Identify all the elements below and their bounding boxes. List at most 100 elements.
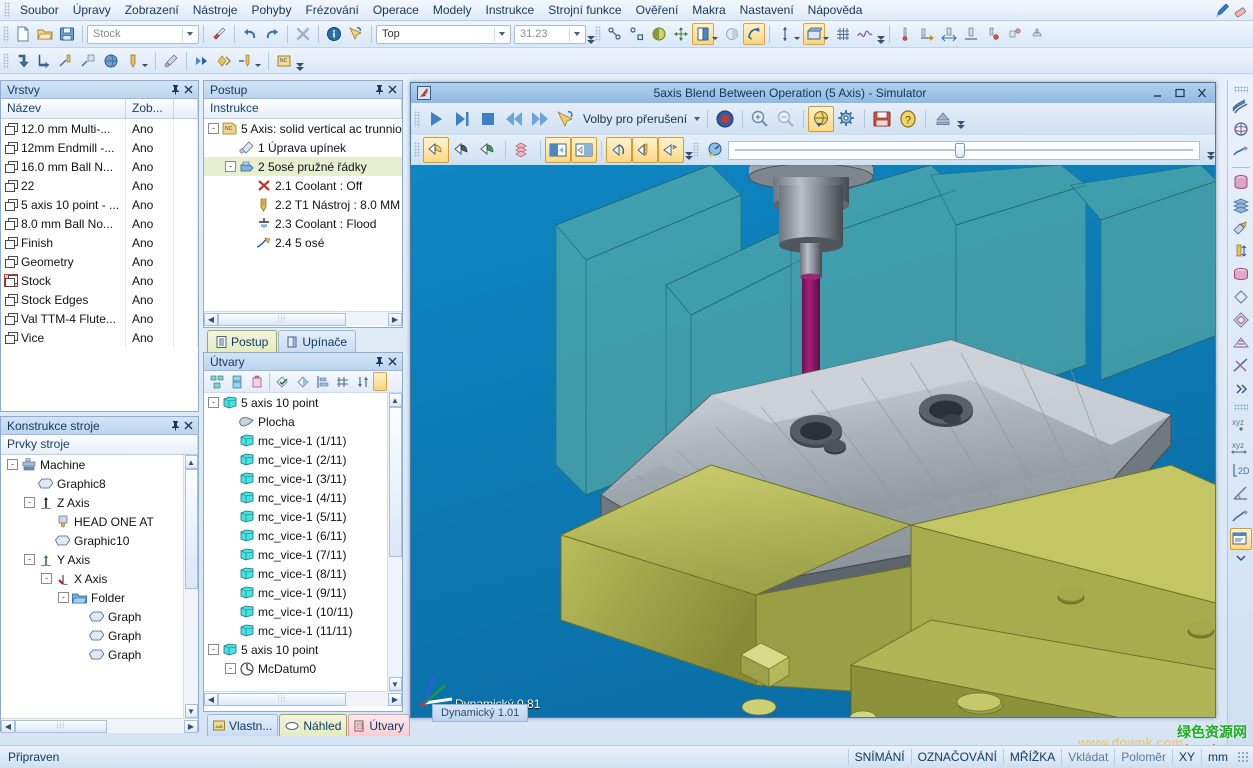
tree-node[interactable]: mc_vice-1 (11/11) — [204, 621, 387, 640]
pan-move-button[interactable] — [670, 23, 692, 45]
tree-node[interactable]: mc_vice-1 (4/11) — [204, 488, 387, 507]
layer-visible-cell[interactable]: Ano — [126, 157, 174, 176]
break-options-icon[interactable] — [553, 106, 579, 132]
tree-expander-icon[interactable]: - — [7, 459, 18, 470]
solid-extrude-button[interactable] — [1230, 171, 1252, 193]
save-file-button[interactable] — [56, 23, 78, 45]
tree-expander-icon[interactable]: - — [225, 663, 236, 674]
menu-item-strojni-funkce[interactable]: Strojní funkce — [541, 1, 628, 19]
speed-control-icon[interactable] — [702, 137, 728, 163]
tree-node[interactable]: mc_vice-1 (1/11) — [204, 431, 387, 450]
rewind-button[interactable] — [501, 106, 527, 132]
right-toolbar-more-chevron-icon[interactable] — [1235, 553, 1247, 563]
menu-item-nastroje[interactable]: Nástroje — [186, 1, 245, 19]
surface-sweep-button[interactable] — [1230, 95, 1252, 117]
table-row[interactable]: 5 axis 10 point - ...Ano — [1, 195, 198, 214]
pin-icon[interactable] — [169, 419, 182, 432]
break-options-chevron-down-icon[interactable] — [691, 117, 703, 121]
view-split-left-button[interactable] — [545, 137, 571, 163]
tool-retract-button[interactable] — [960, 23, 982, 45]
scroll-thumb[interactable]: ⦙⦙⦙ — [218, 313, 346, 326]
group-features-button[interactable] — [207, 372, 226, 391]
collision-check-button[interactable] — [712, 106, 738, 132]
tree-node[interactable]: Plocha — [204, 412, 387, 431]
layers-col-visible[interactable]: Zob... — [126, 99, 174, 118]
stack-features-button[interactable] — [227, 372, 246, 391]
view-split-right-button[interactable] — [571, 137, 597, 163]
toolbar2-grip[interactable] — [3, 53, 9, 69]
pin-icon[interactable] — [373, 355, 386, 368]
dynamic-view-button[interactable] — [808, 106, 834, 132]
table-row[interactable]: Val TTM-4 Flute...Ano — [1, 309, 198, 328]
sim-slider-grip[interactable] — [693, 142, 699, 158]
tree-node[interactable]: 2.3 Coolant : Flood — [204, 214, 402, 233]
toolbar2-overflow-button[interactable] — [295, 51, 304, 71]
toolbar1c-overflow-button[interactable] — [876, 24, 885, 44]
toolbar1b-grip[interactable] — [595, 26, 601, 42]
tree-node[interactable]: -Z Axis — [1, 493, 183, 512]
align-features-button[interactable] — [313, 372, 332, 391]
status-units-mm[interactable]: mm — [1201, 749, 1234, 765]
half-feature-button[interactable] — [293, 372, 312, 391]
tree-node[interactable]: mc_vice-1 (2/11) — [204, 450, 387, 469]
machine-tree[interactable]: -MachineGraphic8-Z AxisHEAD ONE ATGraphi… — [1, 455, 183, 718]
sim-toolbarB-grip[interactable] — [414, 142, 420, 158]
tree-node[interactable]: 2.4 5 osé — [204, 233, 402, 252]
status-polomer[interactable]: Poloměr — [1114, 749, 1172, 765]
scroll-left-icon[interactable]: ◀ — [204, 693, 218, 706]
helix-entry-button[interactable] — [78, 50, 100, 72]
view-shaded-button[interactable] — [423, 137, 449, 163]
scroll-left-icon[interactable]: ◀ — [1, 720, 15, 733]
layer-combo[interactable]: Stock — [87, 25, 199, 44]
layer-combo-chevron-down-icon[interactable] — [182, 27, 196, 42]
menu-item-napoveda[interactable]: Nápověda — [801, 1, 870, 19]
tree-node[interactable]: -Machine — [1, 455, 183, 474]
pin-icon[interactable] — [373, 83, 386, 96]
table-row[interactable]: 12.0 mm Multi-...Ano — [1, 119, 198, 138]
scroll-right-icon[interactable]: ▶ — [184, 720, 198, 733]
layer-visible-cell[interactable]: Ano — [126, 271, 174, 290]
menu-item-frezovani[interactable]: Frézování — [298, 1, 365, 19]
menu-grip[interactable] — [4, 2, 10, 18]
angle-measure-button[interactable] — [1230, 482, 1252, 504]
verify-run-button[interactable] — [213, 50, 235, 72]
save-simulation-button[interactable] — [869, 106, 895, 132]
break-options-label[interactable]: Volby pro přerušení — [579, 112, 691, 126]
lead-in-button[interactable] — [34, 50, 56, 72]
speed-slider-knob[interactable] — [955, 143, 965, 158]
layer-visible-cell[interactable]: Ano — [126, 214, 174, 233]
layer-visible-cell[interactable]: Ano — [126, 233, 174, 252]
toolbar1-overflow-button[interactable] — [586, 24, 595, 44]
tree-node[interactable]: mc_vice-1 (8/11) — [204, 564, 387, 583]
table-row[interactable]: StockAno — [1, 271, 198, 290]
fixture-edit-button[interactable] — [160, 50, 182, 72]
tree-expander-icon[interactable]: - — [24, 554, 35, 565]
tab-nahled[interactable]: Náhled — [279, 714, 347, 736]
scroll-up-icon[interactable]: ▲ — [389, 393, 402, 407]
sim-toolbarB-overflow-button[interactable] — [684, 140, 693, 160]
menu-item-instrukce[interactable]: Instrukce — [479, 1, 542, 19]
plane-single-icon[interactable] — [1230, 286, 1252, 308]
undo-button[interactable] — [239, 23, 261, 45]
sim-toolbarA-grip[interactable] — [414, 111, 420, 127]
tree-node[interactable]: -X Axis — [1, 569, 183, 588]
scroll-down-icon[interactable]: ▼ — [185, 704, 198, 718]
status-oznacovani[interactable]: OZNAČOVÁNÍ — [911, 749, 1003, 765]
menu-item-operace[interactable]: Operace — [366, 1, 426, 19]
tree-node[interactable]: -5 axis 10 point — [204, 640, 387, 659]
section-view-button[interactable] — [803, 23, 825, 45]
scroll-thumb[interactable] — [185, 469, 198, 589]
status-plane-xy[interactable]: XY — [1172, 749, 1201, 765]
surface-loft-button[interactable] — [1230, 141, 1252, 163]
table-row[interactable]: FinishAno — [1, 233, 198, 252]
tree-expander-icon[interactable]: - — [208, 123, 219, 134]
resize-grip[interactable] — [1237, 751, 1249, 763]
scroll-down-icon[interactable]: ▼ — [389, 677, 402, 691]
tree-expander-icon[interactable]: - — [225, 161, 236, 172]
rotate-view-button[interactable] — [743, 23, 765, 45]
pin-icon[interactable] — [169, 83, 182, 96]
postup-tree-hscrollbar[interactable]: ◀ ⦙⦙⦙ ▶ — [204, 311, 402, 326]
view-layers-button[interactable] — [510, 137, 536, 163]
axis-probe-button[interactable] — [774, 23, 796, 45]
table-row[interactable]: Stock EdgesAno — [1, 290, 198, 309]
